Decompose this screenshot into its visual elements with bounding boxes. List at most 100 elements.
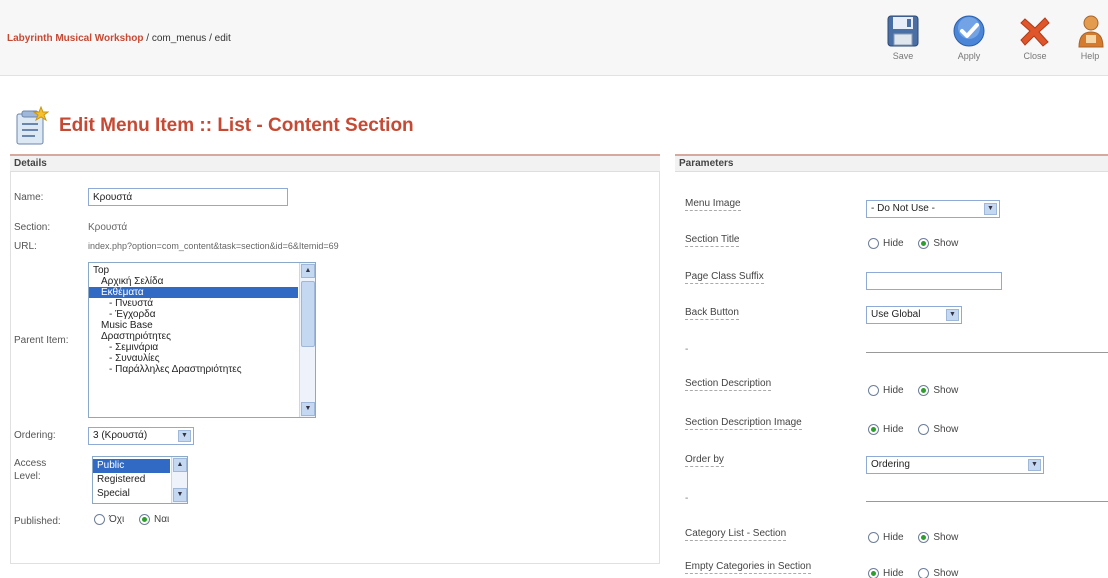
access-level-option[interactable]: Public <box>93 459 170 473</box>
show-label: Show <box>933 568 959 578</box>
empty-categories-radio-group: Hide Show <box>868 568 970 578</box>
access-level-listbox[interactable]: Public Registered Special ▲ ▼ <box>92 456 188 504</box>
apply-label: Apply <box>957 51 981 61</box>
published-radio-group: Όχι Ναι <box>94 514 181 525</box>
empty-categories-label: Empty Categories in Section <box>685 561 812 574</box>
site-name[interactable]: Labyrinth Musical Workshop <box>7 33 144 44</box>
chevron-down-icon[interactable]: ▼ <box>984 203 997 215</box>
parent-item-listbox[interactable]: Top Αρχική Σελίδα Εκθέματα - Πνευστά - Έγχορ… <box>88 262 316 418</box>
close-button[interactable]: Close <box>1006 8 1064 70</box>
floppy-disk-icon <box>887 15 919 47</box>
chevron-down-icon[interactable]: ▼ <box>946 309 959 321</box>
name-label: Name: <box>14 192 44 203</box>
hide-label: Hide <box>883 532 904 543</box>
access-label-1: Access <box>14 458 47 469</box>
parent-item-option[interactable]: - Σεμινάρια <box>89 342 298 353</box>
scroll-down-icon[interactable]: ▼ <box>173 488 187 502</box>
section-description-image-label: Section Description Image <box>685 417 802 430</box>
breadcrumb-path: / com_menus / edit <box>143 33 231 44</box>
section-description-image-show-radio[interactable] <box>918 424 930 435</box>
section-title-hide-radio[interactable] <box>868 238 879 249</box>
order-by-label: Order by <box>685 454 724 467</box>
section-value: Κρουστά <box>88 222 128 233</box>
published-yes-radio[interactable] <box>139 514 150 525</box>
close-icon <box>1020 17 1050 47</box>
scroll-up-icon[interactable]: ▲ <box>301 264 315 278</box>
empty-categories-show-radio[interactable] <box>918 568 930 578</box>
menu-image-select[interactable]: - Do Not Use - ▼ <box>866 200 1000 218</box>
help-label: Help <box>1080 51 1100 61</box>
parent-item-options: Top Αρχική Σελίδα Εκθέματα - Πνευστά - Έγχορ… <box>89 265 315 375</box>
empty-categories-hide-radio[interactable] <box>868 568 879 578</box>
menu-image-value: - Do Not Use - <box>871 203 935 214</box>
category-list-section-show-radio[interactable] <box>918 532 930 543</box>
menu-edit-icon <box>16 106 49 145</box>
parent-item-option[interactable]: - Πνευστά <box>89 298 298 309</box>
name-input[interactable] <box>88 188 288 206</box>
separator-line <box>866 352 1108 353</box>
published-no-label: Όχι <box>109 514 125 525</box>
access-level-scrollbar[interactable]: ▲ ▼ <box>171 457 187 503</box>
back-button-select[interactable]: Use Global ▼ <box>866 306 962 324</box>
parent-item-option[interactable]: Music Base <box>89 320 298 331</box>
parent-item-option[interactable]: Top <box>89 265 298 276</box>
ordering-value: 3 (Κρουστά) <box>93 430 148 441</box>
access-level-option[interactable]: Special <box>93 487 170 501</box>
parent-item-option[interactable]: Αρχική Σελίδα <box>89 276 298 287</box>
parameters-heading: Parameters <box>675 156 1108 172</box>
page-class-suffix-label: Page Class Suffix <box>685 271 764 284</box>
hide-label: Hide <box>883 385 904 396</box>
scroll-up-icon[interactable]: ▲ <box>173 458 187 472</box>
help-button[interactable]: Help <box>1072 8 1108 70</box>
section-description-show-radio[interactable] <box>918 385 930 396</box>
scroll-down-icon[interactable]: ▼ <box>301 402 315 416</box>
order-by-value: Ordering <box>871 459 910 470</box>
section-description-hide-radio[interactable] <box>868 385 879 396</box>
section-description-radio-group: Hide Show <box>868 385 970 396</box>
section-description-image-hide-radio[interactable] <box>868 424 879 435</box>
access-level-option[interactable]: Registered <box>93 473 170 487</box>
show-label: Show <box>933 532 959 543</box>
show-label: Show <box>933 424 959 435</box>
section-description-image-radio-group: Hide Show <box>868 424 970 435</box>
back-button-value: Use Global <box>871 309 921 320</box>
details-heading: Details <box>10 156 660 172</box>
parent-item-scrollbar[interactable]: ▲ ▼ <box>299 263 315 417</box>
parent-item-option[interactable]: - Έγχορδα <box>89 309 298 320</box>
page-title: Edit Menu Item :: List - Content Section <box>59 115 414 136</box>
toolbar: Save Apply Close Help <box>874 8 1108 70</box>
chevron-down-icon[interactable]: ▼ <box>1028 459 1041 471</box>
url-label: URL: <box>14 241 37 252</box>
section-description-label: Section Description <box>685 378 772 391</box>
category-list-section-hide-radio[interactable] <box>868 532 879 543</box>
published-no-radio[interactable] <box>94 514 105 525</box>
show-label: Show <box>933 238 959 249</box>
page-class-suffix-input[interactable] <box>866 272 1002 290</box>
menu-image-label: Menu Image <box>685 198 741 211</box>
apply-button[interactable]: Apply <box>940 8 998 70</box>
scroll-thumb[interactable] <box>301 281 315 347</box>
ordering-select[interactable]: 3 (Κρουστά) ▼ <box>88 427 194 445</box>
order-by-select[interactable]: Ordering ▼ <box>866 456 1044 474</box>
parent-item-option[interactable]: - Συναυλίες <box>89 353 298 364</box>
access-label-2: Level: <box>14 471 41 482</box>
ordering-label: Ordering: <box>14 430 56 441</box>
separator-line <box>866 501 1108 502</box>
parent-item-option[interactable]: Εκθέματα <box>89 287 298 298</box>
section-title-radio-group: Hide Show <box>868 238 970 249</box>
close-label: Close <box>1023 51 1047 61</box>
show-label: Show <box>933 385 959 396</box>
chevron-down-icon[interactable]: ▼ <box>178 430 191 442</box>
hide-label: Hide <box>883 238 904 249</box>
save-button[interactable]: Save <box>874 8 932 70</box>
hide-label: Hide <box>883 424 904 435</box>
url-value: index.php?option=com_content&task=sectio… <box>88 241 339 251</box>
category-list-section-label: Category List - Section <box>685 528 787 541</box>
section-title-show-radio[interactable] <box>918 238 930 249</box>
published-label: Published: <box>14 516 61 527</box>
help-person-icon <box>1078 15 1104 48</box>
check-circle-icon <box>953 15 985 47</box>
parent-item-option[interactable]: Δραστηριότητες <box>89 331 298 342</box>
parent-item-option[interactable]: - Παράλληλες Δραστηριότητες <box>89 364 298 375</box>
section-title-label: Section Title <box>685 234 740 247</box>
